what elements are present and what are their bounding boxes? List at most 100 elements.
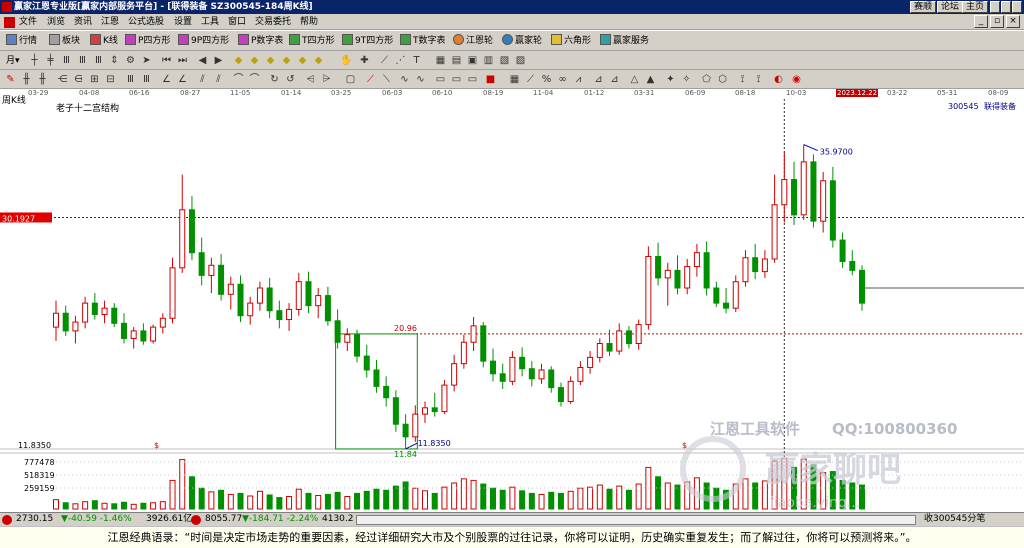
time-cycle-icon[interactable]: Ⅲ <box>124 73 137 86</box>
kline-button[interactable]: K线 <box>90 33 118 49</box>
menu-trade[interactable]: 交易委托 <box>255 15 291 29</box>
kline-chart[interactable]: 30.1927周K线老子十二宫结构 300545 联得装备35.970020.961… <box>0 89 1024 512</box>
angle-icon[interactable]: ∠ <box>160 73 173 86</box>
t9-square-button[interactable]: 9T四方形 <box>342 33 393 49</box>
hand-icon[interactable]: ✋ <box>340 54 353 67</box>
hexagon-button[interactable]: 六角形 <box>551 33 591 49</box>
line-icon[interactable]: ⟋ <box>378 54 391 67</box>
color-icon[interactable]: ◐ <box>772 73 785 86</box>
angle2-icon[interactable]: ∠ <box>176 73 189 86</box>
bar-icon[interactable]: ┼ <box>28 54 41 67</box>
cursor-icon[interactable]: ➤ <box>140 54 153 67</box>
service-button[interactable]: 赢家服务 <box>600 33 649 49</box>
star-icon[interactable]: ✦ <box>664 73 677 86</box>
diamond-icon[interactable]: ◆ <box>232 54 245 67</box>
layout-icon[interactable]: ▥ <box>482 54 495 67</box>
hline-icon[interactable]: ╫ <box>20 73 33 86</box>
spiral2-icon[interactable]: ↺ <box>284 73 297 86</box>
menu-help[interactable]: 帮助 <box>300 15 318 29</box>
forum-button[interactable]: 赛顺 <box>910 1 937 13</box>
gann-fan2-icon[interactable]: ⋳ <box>72 73 85 86</box>
window-icon[interactable]: ▣ <box>466 54 479 67</box>
star2-icon[interactable]: ✧ <box>680 73 693 86</box>
layout2-icon[interactable]: ▧ <box>498 54 511 67</box>
diamond4-icon[interactable]: ◆ <box>280 54 293 67</box>
left-arrow-icon[interactable]: ◀ <box>196 54 209 67</box>
spiral-icon[interactable]: ↻ <box>268 73 281 86</box>
period-switch-icon[interactable]: ⇕ <box>108 54 121 67</box>
period-select[interactable]: 月▾ <box>6 53 20 69</box>
poly2-icon[interactable]: ⬡ <box>716 73 729 86</box>
t-square-button[interactable]: T四方形 <box>289 33 335 49</box>
pen-icon[interactable]: ✎ <box>4 73 17 86</box>
child-restore-icon[interactable]: ▫ <box>990 15 1004 28</box>
menu-formula[interactable]: 公式选股 <box>128 15 164 29</box>
grid2-icon[interactable]: ▦ <box>508 73 521 86</box>
time-cycle2-icon[interactable]: Ⅲ <box>140 73 153 86</box>
table-icon[interactable]: ▤ <box>450 54 463 67</box>
diamond5-icon[interactable]: ◆ <box>296 54 309 67</box>
box-icon[interactable]: ▭ <box>434 73 447 86</box>
export-icon[interactable]: ▨ <box>514 54 527 67</box>
right-arrow-icon[interactable]: ▶ <box>212 54 225 67</box>
child-minimize-icon[interactable]: _ <box>974 15 988 28</box>
channel-icon[interactable]: ⫽ <box>196 73 209 86</box>
cycle-icon[interactable]: ∞ <box>556 73 569 86</box>
box2-icon[interactable]: ▭ <box>450 73 463 86</box>
sector-button[interactable]: 板块 <box>49 33 80 49</box>
t-table-button[interactable]: T数字表 <box>400 33 446 49</box>
scroll-bar[interactable] <box>356 515 916 525</box>
vline-icon[interactable]: ╫ <box>36 73 49 86</box>
gann-box-icon[interactable]: ⊟ <box>104 73 117 86</box>
zig2-icon[interactable]: ⟟ <box>752 73 765 86</box>
ratio2-icon[interactable]: ⩥ <box>320 73 333 86</box>
hist-icon[interactable]: Ⅲ <box>60 54 73 67</box>
crosshair-icon[interactable]: ✚ <box>358 54 371 67</box>
zig-icon[interactable]: ⟟ <box>736 73 749 86</box>
square-icon[interactable]: ▢ <box>344 73 357 86</box>
text-icon[interactable]: T <box>410 54 423 67</box>
bar2-icon[interactable]: ╪ <box>44 54 57 67</box>
menu-info[interactable]: 资讯 <box>74 15 92 29</box>
calc-icon[interactable]: ▦ <box>434 54 447 67</box>
minimize-icon[interactable] <box>990 1 1000 13</box>
wave2-icon[interactable]: ∿ <box>414 73 427 86</box>
settings-icon[interactable]: ⚙ <box>124 54 137 67</box>
menu-gann[interactable]: 江恩 <box>101 15 119 29</box>
gann-grid-icon[interactable]: ⊞ <box>88 73 101 86</box>
p9-square-button[interactable]: 9P四方形 <box>178 33 229 49</box>
arc-icon[interactable]: ⌒ <box>232 73 245 86</box>
winner-wheel-button[interactable]: 赢家轮 <box>502 33 542 49</box>
ratio-icon[interactable]: ⩤ <box>304 73 317 86</box>
child-close-icon[interactable]: × <box>1006 15 1020 28</box>
first-page-icon[interactable]: ⏮ <box>160 54 173 67</box>
diamond6-icon[interactable]: ◆ <box>312 54 325 67</box>
poly-icon[interactable]: ⬠ <box>700 73 713 86</box>
tri-icon[interactable]: △ <box>628 73 641 86</box>
percent-icon[interactable]: % <box>540 73 553 86</box>
p-square-button[interactable]: P四方形 <box>125 33 170 49</box>
speed-icon[interactable]: ⊿ <box>592 73 605 86</box>
tri2-icon[interactable]: ▲ <box>644 73 657 86</box>
mark-icon[interactable]: ■ <box>484 73 497 86</box>
chart-area[interactable]: 30.1927 周K线 老子十二宫结构 300545 联得装备 35.9700 20.96 1… <box>0 89 1024 512</box>
menu-browse[interactable]: 浏览 <box>47 15 65 29</box>
hist3-icon[interactable]: Ⅲ <box>92 54 105 67</box>
fib-icon[interactable]: ⋰ <box>394 54 407 67</box>
hist2-icon[interactable]: Ⅲ <box>76 54 89 67</box>
trend2-icon[interactable]: ⟍ <box>380 73 393 86</box>
gann-wheel-button[interactable]: 江恩轮 <box>453 33 493 49</box>
menu-tools[interactable]: 工具 <box>201 15 219 29</box>
channel2-icon[interactable]: ⫽ <box>212 73 225 86</box>
box3-icon[interactable]: ▭ <box>466 73 479 86</box>
close-icon[interactable] <box>1012 1 1022 13</box>
delete-icon[interactable]: ◉ <box>790 73 803 86</box>
menu-window[interactable]: 窗口 <box>228 15 246 29</box>
p-table-button[interactable]: P数字表 <box>238 33 283 49</box>
maximize-icon[interactable] <box>1001 1 1011 13</box>
fib-fan-icon[interactable]: ⟋ <box>524 73 537 86</box>
trend-icon[interactable]: ⟋ <box>364 73 377 86</box>
pitch-icon[interactable]: ⩘ <box>572 73 585 86</box>
gann-fan-icon[interactable]: ⋲ <box>56 73 69 86</box>
home-button[interactable]: 主页 <box>962 1 989 13</box>
